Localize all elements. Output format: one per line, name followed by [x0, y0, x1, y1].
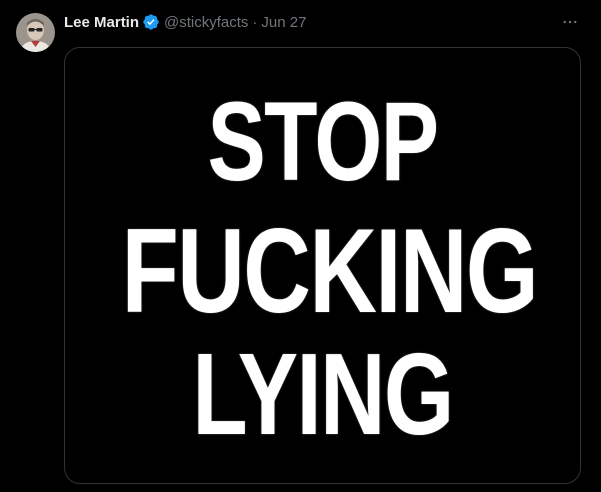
author-name[interactable]: Lee Martin [64, 14, 139, 31]
media-text-line-3: LYING [192, 329, 454, 459]
tweet-media-image[interactable]: STOP FUCKING LYING [64, 47, 581, 484]
tweet: Lee Martin @stickyfacts · Jun 27 STOP FU… [0, 0, 601, 492]
media-text-line-1: STOP [207, 79, 439, 204]
verified-badge-icon [142, 13, 160, 31]
tweet-date[interactable]: Jun 27 [261, 14, 306, 31]
more-options-icon[interactable] [557, 9, 583, 35]
avatar[interactable] [16, 13, 55, 52]
media-text-line-2: FUCKING [121, 204, 539, 338]
tweet-header: Lee Martin @stickyfacts · Jun 27 [64, 11, 306, 33]
separator-dot: · [252, 13, 258, 31]
author-handle[interactable]: @stickyfacts [164, 14, 248, 31]
avatar-image [16, 13, 55, 52]
